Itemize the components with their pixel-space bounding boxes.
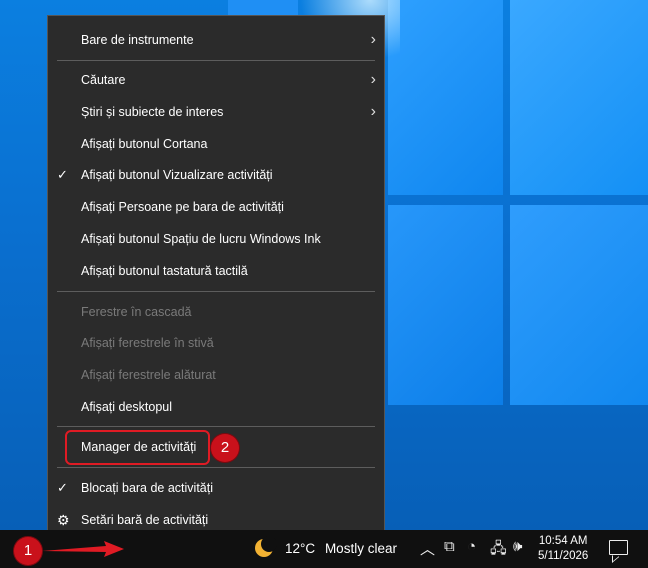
- menu-separator: [57, 291, 375, 292]
- chevron-right-icon: ›: [370, 71, 376, 88]
- menu-item-label: Știri și subiecte de interes: [81, 105, 224, 119]
- windows-logo-pane: [510, 0, 648, 195]
- menu-item-show-task-view[interactable]: ✓ Afișați butonul Vizualizare activități: [48, 160, 384, 190]
- windows-logo-pane: [510, 205, 648, 405]
- menu-item-cascade-windows: Ferestre în cascadă: [48, 297, 384, 327]
- windows-logo-pane: [388, 205, 503, 405]
- menu-item-search[interactable]: Căutare ›: [48, 65, 384, 95]
- menu-item-show-windows-ink[interactable]: Afișați butonul Spațiu de lucru Windows …: [48, 224, 384, 254]
- network-icon[interactable]: 🖧: [490, 538, 507, 563]
- menu-item-label: Afișați butonul Cortana: [81, 137, 208, 151]
- chevron-right-icon: ›: [370, 31, 376, 48]
- menu-item-side-by-side: Afișați ferestrele alăturat: [48, 360, 384, 390]
- clock-date: 5/11/2026: [538, 550, 589, 562]
- step-badge-1: 1: [14, 537, 42, 565]
- clock-time: 10:54 AM: [538, 535, 588, 547]
- chevron-up-icon[interactable]: ︿: [420, 538, 435, 559]
- menu-item-label: Afișați butonul tastatură tactilă: [81, 264, 248, 278]
- menu-separator: [57, 426, 375, 427]
- windows-logo-pane: [388, 0, 503, 195]
- moon-icon[interactable]: [255, 536, 277, 557]
- menu-item-label: Blocați bara de activități: [81, 481, 214, 495]
- weather-condition: Mostly clear: [324, 541, 397, 556]
- checkmark-icon: ✓: [57, 480, 68, 495]
- highlight-box: [65, 430, 210, 465]
- taskbar-context-menu: Bare de instrumente › Căutare › Știri și…: [47, 15, 385, 543]
- menu-item-show-people[interactable]: Afișați Persoane pe bara de activități: [48, 192, 384, 222]
- menu-item-label: Afișați ferestrele alăturat: [81, 368, 216, 382]
- red-arrow-icon: [42, 541, 124, 557]
- step-badge-2: 2: [211, 434, 239, 462]
- checkmark-icon: ✓: [57, 167, 68, 182]
- menu-item-label: Ferestre în cascadă: [81, 305, 192, 319]
- menu-item-show-desktop[interactable]: Afișați desktopul: [48, 392, 384, 422]
- menu-item-toolbars[interactable]: Bare de instrumente ›: [48, 25, 384, 55]
- weather-widget[interactable]: 12°C Mostly clear: [285, 541, 397, 556]
- meet-now-icon[interactable]: ⧉: [444, 538, 455, 555]
- chevron-right-icon: ›: [370, 103, 376, 120]
- menu-item-stack-windows: Afișați ferestrele în stivă: [48, 328, 384, 358]
- menu-item-label: Afișați Persoane pe bara de activități: [81, 200, 284, 214]
- clock[interactable]: 10:54 AM 5/11/2026: [538, 534, 588, 564]
- menu-item-news-interests[interactable]: Știri și subiecte de interes ›: [48, 97, 384, 127]
- volume-icon[interactable]: 🕪: [513, 538, 522, 555]
- edge-sync-icon[interactable]: ◔: [467, 538, 476, 555]
- notification-icon[interactable]: [609, 540, 628, 555]
- menu-item-label: Afișați ferestrele în stivă: [81, 336, 214, 350]
- menu-item-label: Afișați butonul Spațiu de lucru Windows …: [81, 232, 321, 246]
- menu-item-show-cortana[interactable]: Afișați butonul Cortana: [48, 129, 384, 159]
- menu-separator: [57, 60, 375, 61]
- menu-item-label: Bare de instrumente: [81, 33, 194, 47]
- menu-separator: [57, 467, 375, 468]
- menu-item-label: Afișați butonul Vizualizare activități: [81, 168, 273, 182]
- weather-temp: 12°C: [285, 541, 316, 556]
- menu-item-lock-taskbar[interactable]: ✓ Blocați bara de activități: [48, 473, 384, 503]
- menu-item-show-touch-keyboard[interactable]: Afișați butonul tastatură tactilă: [48, 256, 384, 286]
- menu-item-label: Afișați desktopul: [81, 400, 173, 414]
- menu-item-label: Căutare: [81, 73, 126, 87]
